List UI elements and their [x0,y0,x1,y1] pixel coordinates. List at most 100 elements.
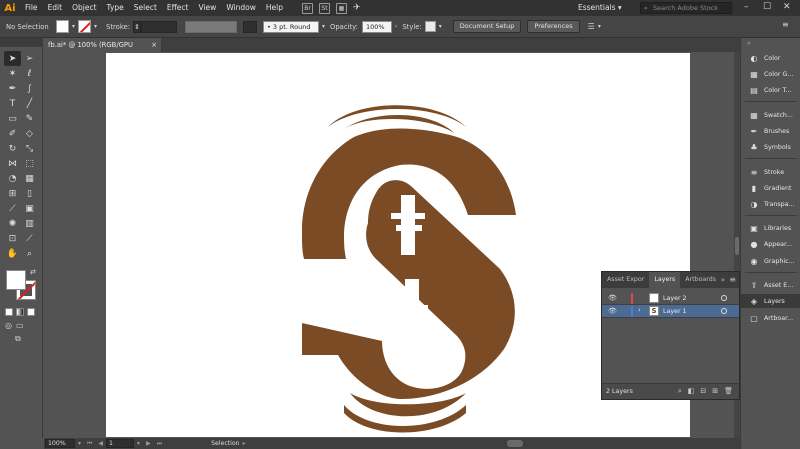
symbol-sprayer-tool-icon[interactable]: ✺ [4,216,21,231]
menu-view[interactable]: View [194,0,222,16]
gradient-mode-icon[interactable] [16,308,24,316]
last-artboard-icon[interactable]: ⏭ [157,440,162,448]
menu-help[interactable]: Help [261,0,288,16]
dock-item-swatches[interactable]: ▦ Swatch... [741,108,800,122]
chevron-down-icon[interactable]: ▾ [137,440,140,447]
panel-menu-icon[interactable]: ≡ [729,272,736,288]
minimize-button[interactable]: – [744,2,749,12]
layer-row-layer-1[interactable]: 👁 › S Layer 1 [602,305,739,318]
arrange-icon[interactable]: ▦ [336,2,347,14]
target-circle-icon[interactable] [721,295,727,301]
lasso-tool-icon[interactable]: ℓ [21,66,38,81]
visibility-eye-icon[interactable]: 👁 [608,294,617,302]
opacity-input[interactable]: 100% [361,20,392,33]
stock-search-input[interactable]: ⌕ Search Adobe Stock [640,2,732,14]
type-tool-icon[interactable]: T [4,96,21,111]
dock-item-color[interactable]: ◐ Color [741,51,800,65]
chevron-down-icon[interactable]: ▾ [439,23,442,30]
dock-item-graphic-styles[interactable]: ◉ Graphic... [741,254,800,268]
document-setup-button[interactable]: Document Setup [452,20,522,33]
draw-mode-icon[interactable]: ◎ [5,321,12,330]
collapse-icon[interactable]: » [747,40,751,47]
dock-item-layers[interactable]: ◈ Layers [741,294,800,308]
first-artboard-icon[interactable]: ⏮ [87,440,92,448]
variable-width-profile[interactable] [184,20,237,33]
dock-item-stroke[interactable]: ≡ Stroke [741,165,800,179]
chevron-right-icon[interactable]: › [395,23,397,30]
free-transform-tool-icon[interactable]: ⬚ [21,156,38,171]
shaper-tool-icon[interactable]: ✐ [4,126,21,141]
graphic-style-swatch[interactable] [424,21,436,32]
tab-artboards[interactable]: Artboards [680,272,721,288]
slice-tool-icon[interactable]: ⟋ [21,231,38,246]
horizontal-scroll-thumb[interactable] [507,440,523,447]
stock-icon[interactable]: St [319,2,330,14]
chevron-right-icon[interactable]: ▸ [243,440,246,447]
magic-wand-tool-icon[interactable]: ✶ [4,66,21,81]
chevron-down-icon[interactable]: ▾ [78,440,81,447]
new-sublayer-icon[interactable]: ⊟ [700,387,706,396]
dock-item-color-guide[interactable]: ▦ Color G... [741,67,800,81]
pen-tool-icon[interactable]: ✒ [4,81,21,96]
chevron-down-icon[interactable]: ▾ [322,23,325,30]
rectangle-tool-icon[interactable]: ▭ [4,111,21,126]
bridge-icon[interactable]: Br [302,2,313,14]
width-profile-dropdown[interactable] [242,20,257,33]
tab-layers[interactable]: Layers [649,272,681,288]
stroke-swatch[interactable] [78,20,92,33]
chevron-down-icon[interactable]: ▾ [72,23,75,30]
eraser-tool-icon[interactable]: ◇ [21,126,38,141]
gpu-icon[interactable]: ✈ [353,3,361,13]
dock-item-brushes[interactable]: ✒ Brushes [741,124,800,138]
mesh-tool-icon[interactable]: ⊞ [4,186,21,201]
make-clip-icon[interactable]: ◧ [688,387,695,396]
fill-color-box[interactable] [6,270,26,290]
vertical-scroll-thumb[interactable] [735,237,739,255]
artboard-number-field[interactable]: 1 [106,439,135,448]
menu-edit[interactable]: Edit [43,0,68,16]
stroke-label[interactable]: Stroke: [106,23,130,31]
screen-mode-icon[interactable]: ▭ [16,321,24,330]
workspace-switcher[interactable]: Essentials ▾ [578,3,622,12]
brush-definition[interactable]: • 3 pt. Round [262,20,319,33]
line-tool-icon[interactable]: ╱ [21,96,38,111]
curvature-tool-icon[interactable]: ∫ [21,81,38,96]
change-screen-mode-icon[interactable]: ⧉ [15,334,21,344]
blend-tool-icon[interactable]: ▣ [21,201,38,216]
expand-chevron-icon[interactable]: › [638,306,641,314]
swap-fill-stroke-icon[interactable]: ⇄ [30,268,36,276]
dock-item-appearance[interactable]: ● Appear... [741,237,800,251]
menu-type[interactable]: Type [102,0,129,16]
zoom-field[interactable]: 100% [45,439,75,448]
artboard-tool-icon[interactable]: ⊡ [4,231,21,246]
layer-name[interactable]: Layer 2 [663,292,687,305]
scale-tool-icon[interactable]: ⤡ [21,141,38,156]
document-tab[interactable]: fb.ai* @ 100% (RGB/GPU Preview) × [44,38,162,63]
next-artboard-icon[interactable]: ▶ [146,440,151,447]
panel-menu-icon[interactable]: ≡ [782,20,789,29]
gradient-tool-icon[interactable]: ▯ [21,186,38,201]
dock-item-libraries[interactable]: ▣ Libraries [741,221,800,235]
color-mode-icon[interactable] [5,308,13,316]
previous-artboard-icon[interactable]: ◀ [98,440,103,447]
close-button[interactable]: ✕ [783,2,791,12]
chevron-down-icon[interactable]: ▾ [598,23,601,30]
dock-item-asset-export[interactable]: ⇪ Asset E... [741,278,800,292]
layer-row-layer-2[interactable]: 👁 Layer 2 [602,292,739,305]
delete-icon[interactable]: 🗑 [724,387,733,396]
layer-name[interactable]: Layer 1 [663,305,687,318]
stroke-weight-input[interactable] [140,20,177,33]
preferences-button[interactable]: Preferences [527,20,580,33]
menu-file[interactable]: File [20,0,43,16]
hand-tool-icon[interactable]: ✋ [4,246,21,261]
dock-item-symbols[interactable]: ♣ Symbols [741,140,800,154]
shape-builder-tool-icon[interactable]: ◔ [4,171,21,186]
none-mode-icon[interactable] [27,308,35,316]
dock-item-gradient[interactable]: ▮ Gradient [741,181,800,195]
width-tool-icon[interactable]: ⋈ [4,156,21,171]
menu-window[interactable]: Window [221,0,261,16]
menu-select[interactable]: Select [129,0,162,16]
column-graph-tool-icon[interactable]: ▥ [21,216,38,231]
menu-object[interactable]: Object [67,0,101,16]
fill-swatch[interactable] [56,20,69,33]
